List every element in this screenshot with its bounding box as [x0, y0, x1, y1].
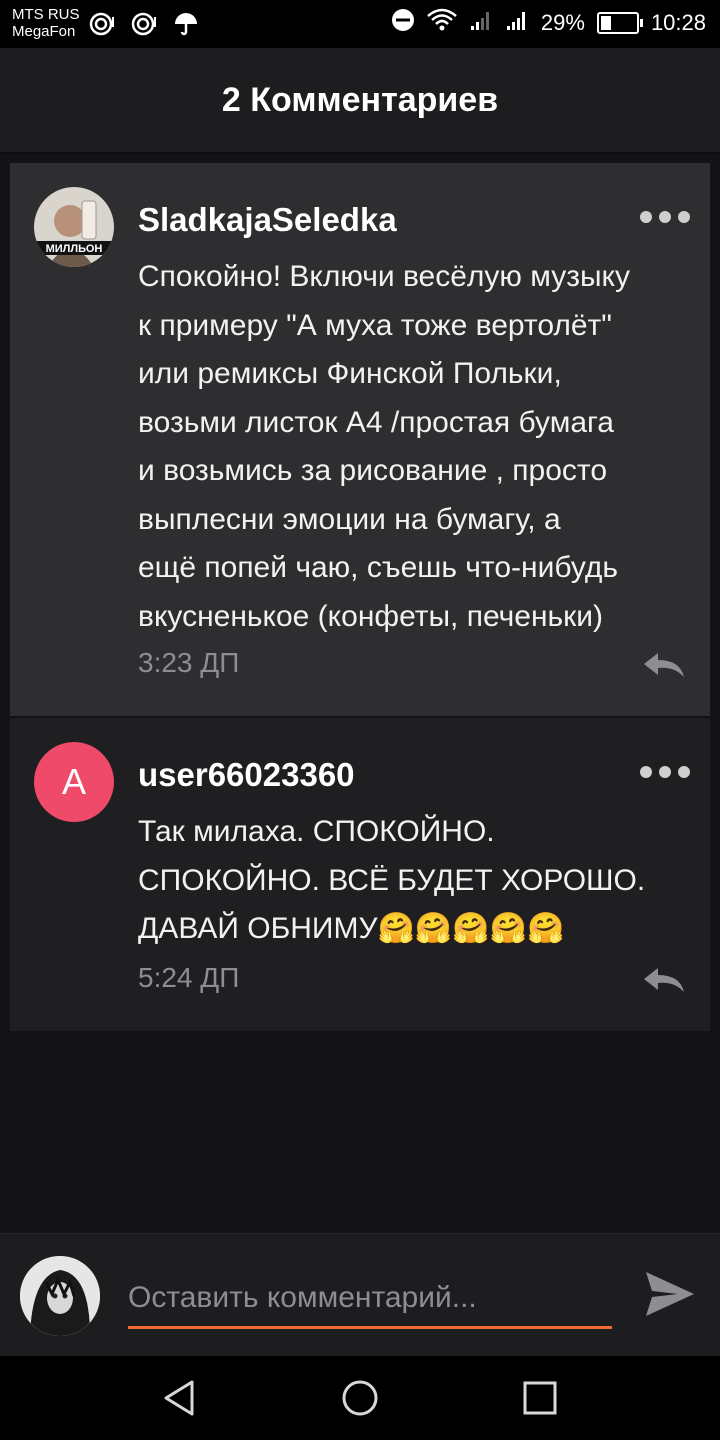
- username[interactable]: SladkajaSeledka: [138, 201, 397, 239]
- system-nav-bar: [0, 1356, 720, 1440]
- comments-header: 2 Комментариев: [0, 48, 720, 154]
- battery-percent: 29%: [540, 10, 585, 35]
- notification-icon: [88, 10, 116, 38]
- clock: 10:28: [650, 10, 706, 35]
- back-icon[interactable]: [158, 1376, 202, 1420]
- signal-weak-icon: [469, 8, 493, 38]
- battery-icon: [596, 12, 643, 34]
- notification-icon: [130, 10, 158, 38]
- umbrella-icon: [172, 10, 200, 38]
- more-options-icon[interactable]: [640, 766, 690, 778]
- comment-item[interactable]: A user66023360 Так милаха. СПОКОЙНО. СПО…: [10, 718, 710, 1031]
- carrier-primary: MTS RUS: [12, 6, 80, 23]
- my-avatar[interactable]: [20, 1256, 100, 1336]
- recents-icon[interactable]: [518, 1376, 562, 1420]
- reply-icon[interactable]: [642, 651, 686, 679]
- status-bar: MTS RUS MegaFon 29% 10:28: [0, 0, 720, 48]
- comment-composer: [0, 1233, 720, 1357]
- comment-text: Так милаха. СПОКОЙНО. СПОКОЙНО. ВСЁ БУДЕ…: [138, 815, 646, 945]
- home-icon[interactable]: [338, 1376, 382, 1420]
- avatar[interactable]: МИЛЛЬОН: [34, 187, 114, 267]
- send-icon[interactable]: [642, 1266, 698, 1322]
- comment-item[interactable]: МИЛЛЬОН SladkajaSeledka Спокойно! Включи…: [10, 163, 710, 716]
- wifi-icon: [427, 8, 457, 38]
- username[interactable]: user66023360: [138, 756, 355, 794]
- carrier-secondary: MegaFon: [12, 23, 76, 40]
- comment-time: 5:24 ДП: [138, 962, 240, 993]
- signal-strong-icon: [505, 8, 529, 38]
- comment-text: Спокойно! Включи весёлую музыку к пример…: [138, 260, 631, 633]
- do-not-disturb-icon: [391, 8, 415, 38]
- avatar[interactable]: A: [34, 742, 114, 822]
- page-title: 2 Комментариев: [221, 80, 499, 119]
- carrier-info: MTS RUS MegaFon: [12, 6, 80, 40]
- comment-input[interactable]: [128, 1270, 612, 1329]
- avatar-caption: МИЛЛЬОН: [46, 243, 103, 255]
- more-options-icon[interactable]: [640, 211, 690, 223]
- reply-icon[interactable]: [642, 966, 686, 994]
- comment-time: 3:23 ДП: [138, 647, 240, 678]
